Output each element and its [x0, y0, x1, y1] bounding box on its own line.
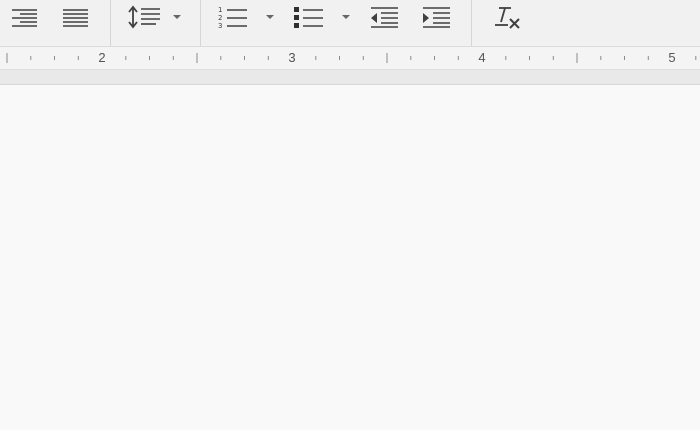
horizontal-ruler[interactable]: 2 3 4 5	[0, 47, 700, 70]
decrease-indent-button[interactable]	[366, 6, 402, 28]
line-spacing-dropdown[interactable]	[171, 6, 183, 28]
ruler-number-4: 4	[478, 50, 486, 65]
line-spacing-icon	[128, 5, 160, 29]
formatting-toolbar: 1 2 3	[0, 0, 700, 47]
ruler-margin-band	[0, 70, 700, 85]
svg-text:2: 2	[218, 14, 222, 22]
justify-icon	[63, 9, 88, 27]
toolbar-separator	[471, 0, 472, 46]
document-page[interactable]	[0, 85, 700, 430]
numbered-list-button[interactable]: 1 2 3	[214, 6, 250, 29]
decrease-indent-icon	[371, 7, 398, 28]
justify-button[interactable]	[58, 6, 92, 28]
ruler-number-3: 3	[288, 50, 296, 65]
toolbar-separator	[200, 0, 201, 46]
numbered-list-icon: 1 2 3	[218, 6, 247, 29]
toolbar-separator	[110, 0, 111, 46]
increase-indent-icon	[423, 7, 450, 28]
svg-text:3: 3	[218, 22, 222, 29]
line-spacing-button[interactable]	[124, 5, 164, 29]
increase-indent-button[interactable]	[418, 6, 454, 28]
bulleted-list-icon	[294, 7, 323, 28]
svg-text:1: 1	[218, 6, 222, 14]
chevron-down-icon	[173, 15, 181, 19]
bulleted-list-dropdown[interactable]	[340, 6, 352, 28]
chevron-down-icon	[342, 15, 350, 19]
numbered-list-dropdown[interactable]	[264, 6, 276, 28]
clear-formatting-button[interactable]	[488, 6, 526, 29]
clear-formatting-icon	[495, 7, 520, 29]
bulleted-list-button[interactable]	[290, 6, 326, 28]
ruler-number-5: 5	[668, 50, 676, 65]
ruler-number-2: 2	[98, 50, 106, 65]
chevron-down-icon	[266, 15, 274, 19]
align-right-button[interactable]	[6, 6, 42, 28]
align-right-icon	[12, 9, 37, 27]
